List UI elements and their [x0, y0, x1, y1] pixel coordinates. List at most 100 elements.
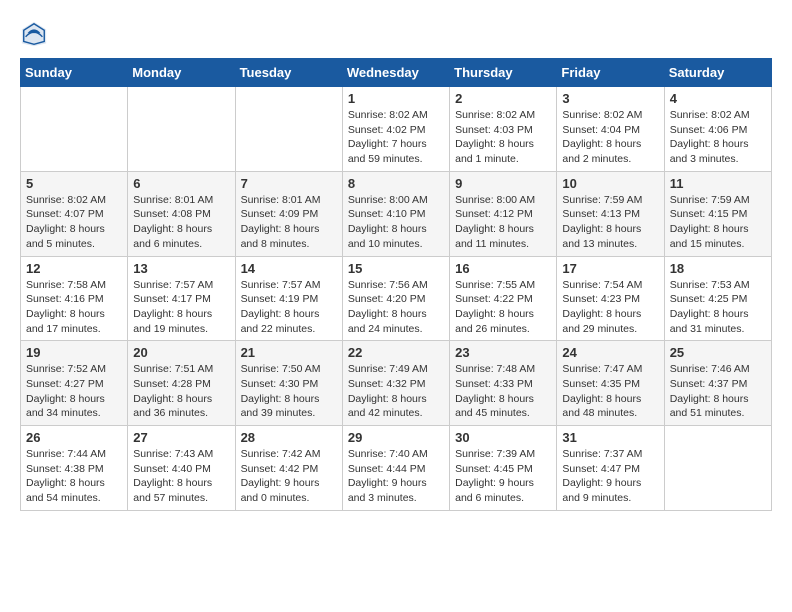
- day-number: 25: [670, 345, 766, 360]
- day-number: 5: [26, 176, 122, 191]
- calendar-cell: 17 Sunrise: 7:54 AM Sunset: 4:23 PM Dayli…: [557, 256, 664, 341]
- week-row-3: 12 Sunrise: 7:58 AM Sunset: 4:16 PM Dayli…: [21, 256, 772, 341]
- day-number: 29: [348, 430, 444, 445]
- day-info: Sunrise: 7:44 AM Sunset: 4:38 PM Dayligh…: [26, 447, 122, 506]
- day-number: 8: [348, 176, 444, 191]
- calendar-cell: 10 Sunrise: 7:59 AM Sunset: 4:13 PM Dayli…: [557, 171, 664, 256]
- day-number: 13: [133, 261, 229, 276]
- day-info: Sunrise: 7:59 AM Sunset: 4:15 PM Dayligh…: [670, 193, 766, 252]
- calendar-cell: 6 Sunrise: 8:01 AM Sunset: 4:08 PM Daylig…: [128, 171, 235, 256]
- day-info: Sunrise: 7:43 AM Sunset: 4:40 PM Dayligh…: [133, 447, 229, 506]
- day-number: 2: [455, 91, 551, 106]
- day-number: 15: [348, 261, 444, 276]
- calendar-cell: 30 Sunrise: 7:39 AM Sunset: 4:45 PM Dayli…: [450, 426, 557, 511]
- calendar-cell: 4 Sunrise: 8:02 AM Sunset: 4:06 PM Daylig…: [664, 87, 771, 172]
- calendar-cell: 7 Sunrise: 8:01 AM Sunset: 4:09 PM Daylig…: [235, 171, 342, 256]
- weekday-friday: Friday: [557, 59, 664, 87]
- day-number: 27: [133, 430, 229, 445]
- day-number: 30: [455, 430, 551, 445]
- day-info: Sunrise: 7:40 AM Sunset: 4:44 PM Dayligh…: [348, 447, 444, 506]
- weekday-row: SundayMondayTuesdayWednesdayThursdayFrid…: [21, 59, 772, 87]
- day-info: Sunrise: 8:00 AM Sunset: 4:10 PM Dayligh…: [348, 193, 444, 252]
- calendar-cell: 26 Sunrise: 7:44 AM Sunset: 4:38 PM Dayli…: [21, 426, 128, 511]
- day-number: 26: [26, 430, 122, 445]
- day-number: 31: [562, 430, 658, 445]
- week-row-5: 26 Sunrise: 7:44 AM Sunset: 4:38 PM Dayli…: [21, 426, 772, 511]
- calendar-cell: [21, 87, 128, 172]
- calendar-cell: 12 Sunrise: 7:58 AM Sunset: 4:16 PM Dayli…: [21, 256, 128, 341]
- calendar-cell: 5 Sunrise: 8:02 AM Sunset: 4:07 PM Daylig…: [21, 171, 128, 256]
- day-info: Sunrise: 7:49 AM Sunset: 4:32 PM Dayligh…: [348, 362, 444, 421]
- logo: [20, 20, 52, 48]
- calendar-cell: 15 Sunrise: 7:56 AM Sunset: 4:20 PM Dayli…: [342, 256, 449, 341]
- calendar-cell: 29 Sunrise: 7:40 AM Sunset: 4:44 PM Dayli…: [342, 426, 449, 511]
- calendar-cell: 31 Sunrise: 7:37 AM Sunset: 4:47 PM Dayli…: [557, 426, 664, 511]
- calendar-cell: 9Sunrise: 8:00 AM Sunset: 4:12 PM Daylig…: [450, 171, 557, 256]
- day-info: Sunrise: 7:59 AM Sunset: 4:13 PM Dayligh…: [562, 193, 658, 252]
- day-number: 20: [133, 345, 229, 360]
- calendar-cell: [235, 87, 342, 172]
- calendar-cell: 16 Sunrise: 7:55 AM Sunset: 4:22 PM Dayli…: [450, 256, 557, 341]
- day-info: Sunrise: 7:55 AM Sunset: 4:22 PM Dayligh…: [455, 278, 551, 337]
- day-info: Sunrise: 7:54 AM Sunset: 4:23 PM Dayligh…: [562, 278, 658, 337]
- day-number: 17: [562, 261, 658, 276]
- weekday-monday: Monday: [128, 59, 235, 87]
- calendar-cell: 1Sunrise: 8:02 AM Sunset: 4:02 PM Daylig…: [342, 87, 449, 172]
- day-number: 28: [241, 430, 337, 445]
- day-info: Sunrise: 7:48 AM Sunset: 4:33 PM Dayligh…: [455, 362, 551, 421]
- day-info: Sunrise: 7:52 AM Sunset: 4:27 PM Dayligh…: [26, 362, 122, 421]
- page-header: [20, 20, 772, 48]
- calendar-cell: 18 Sunrise: 7:53 AM Sunset: 4:25 PM Dayli…: [664, 256, 771, 341]
- day-number: 6: [133, 176, 229, 191]
- day-number: 16: [455, 261, 551, 276]
- day-number: 23: [455, 345, 551, 360]
- day-number: 3: [562, 91, 658, 106]
- week-row-2: 5 Sunrise: 8:02 AM Sunset: 4:07 PM Daylig…: [21, 171, 772, 256]
- calendar-cell: 2 Sunrise: 8:02 AM Sunset: 4:03 PM Daylig…: [450, 87, 557, 172]
- day-number: 12: [26, 261, 122, 276]
- day-info: Sunrise: 7:39 AM Sunset: 4:45 PM Dayligh…: [455, 447, 551, 506]
- day-info: Sunrise: 7:42 AM Sunset: 4:42 PM Dayligh…: [241, 447, 337, 506]
- calendar-cell: [128, 87, 235, 172]
- weekday-thursday: Thursday: [450, 59, 557, 87]
- day-info: Sunrise: 8:01 AM Sunset: 4:09 PM Dayligh…: [241, 193, 337, 252]
- day-info: Sunrise: 8:01 AM Sunset: 4:08 PM Dayligh…: [133, 193, 229, 252]
- day-number: 7: [241, 176, 337, 191]
- calendar-cell: 28 Sunrise: 7:42 AM Sunset: 4:42 PM Dayli…: [235, 426, 342, 511]
- day-number: 21: [241, 345, 337, 360]
- week-row-4: 19 Sunrise: 7:52 AM Sunset: 4:27 PM Dayli…: [21, 341, 772, 426]
- calendar-cell: 14Sunrise: 7:57 AM Sunset: 4:19 PM Dayli…: [235, 256, 342, 341]
- day-number: 18: [670, 261, 766, 276]
- day-info: Sunrise: 7:56 AM Sunset: 4:20 PM Dayligh…: [348, 278, 444, 337]
- day-number: 19: [26, 345, 122, 360]
- logo-icon: [20, 20, 48, 48]
- day-info: Sunrise: 7:51 AM Sunset: 4:28 PM Dayligh…: [133, 362, 229, 421]
- day-info: Sunrise: 8:02 AM Sunset: 4:03 PM Dayligh…: [455, 108, 551, 167]
- day-info: Sunrise: 8:02 AM Sunset: 4:07 PM Dayligh…: [26, 193, 122, 252]
- calendar-cell: 23 Sunrise: 7:48 AM Sunset: 4:33 PM Dayli…: [450, 341, 557, 426]
- day-info: Sunrise: 8:02 AM Sunset: 4:04 PM Dayligh…: [562, 108, 658, 167]
- day-info: Sunrise: 7:47 AM Sunset: 4:35 PM Dayligh…: [562, 362, 658, 421]
- day-info: Sunrise: 7:57 AM Sunset: 4:17 PM Dayligh…: [133, 278, 229, 337]
- day-number: 9: [455, 176, 551, 191]
- calendar-cell: [664, 426, 771, 511]
- day-info: Sunrise: 7:58 AM Sunset: 4:16 PM Dayligh…: [26, 278, 122, 337]
- calendar-cell: 24Sunrise: 7:47 AM Sunset: 4:35 PM Dayli…: [557, 341, 664, 426]
- day-number: 14: [241, 261, 337, 276]
- day-info: Sunrise: 8:02 AM Sunset: 4:06 PM Dayligh…: [670, 108, 766, 167]
- weekday-wednesday: Wednesday: [342, 59, 449, 87]
- week-row-1: 1Sunrise: 8:02 AM Sunset: 4:02 PM Daylig…: [21, 87, 772, 172]
- calendar-cell: 3 Sunrise: 8:02 AM Sunset: 4:04 PM Daylig…: [557, 87, 664, 172]
- weekday-saturday: Saturday: [664, 59, 771, 87]
- calendar-cell: 19 Sunrise: 7:52 AM Sunset: 4:27 PM Dayli…: [21, 341, 128, 426]
- calendar-body: 1Sunrise: 8:02 AM Sunset: 4:02 PM Daylig…: [21, 87, 772, 511]
- weekday-sunday: Sunday: [21, 59, 128, 87]
- day-number: 10: [562, 176, 658, 191]
- calendar-cell: 27 Sunrise: 7:43 AM Sunset: 4:40 PM Dayli…: [128, 426, 235, 511]
- day-number: 4: [670, 91, 766, 106]
- day-info: Sunrise: 7:46 AM Sunset: 4:37 PM Dayligh…: [670, 362, 766, 421]
- day-info: Sunrise: 7:37 AM Sunset: 4:47 PM Dayligh…: [562, 447, 658, 506]
- day-info: Sunrise: 7:53 AM Sunset: 4:25 PM Dayligh…: [670, 278, 766, 337]
- day-number: 22: [348, 345, 444, 360]
- calendar-cell: 11Sunrise: 7:59 AM Sunset: 4:15 PM Dayli…: [664, 171, 771, 256]
